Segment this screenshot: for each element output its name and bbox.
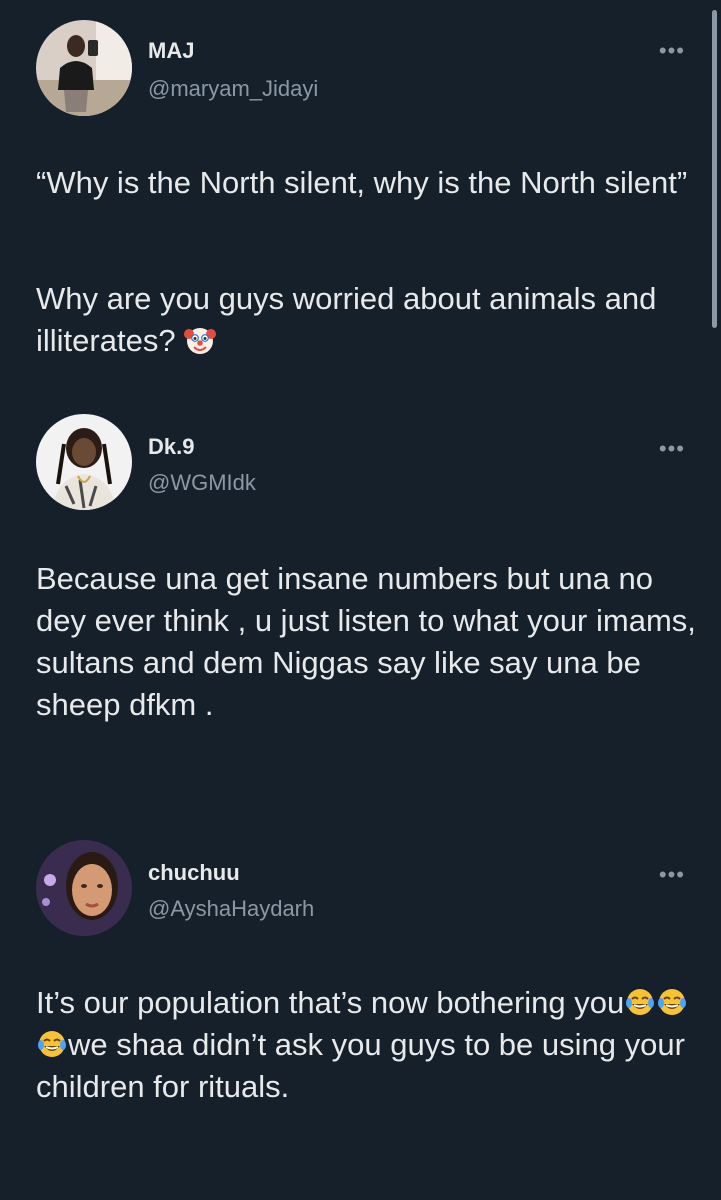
avatar[interactable] <box>36 840 132 936</box>
avatar-image <box>36 840 132 936</box>
avatar[interactable] <box>36 414 132 510</box>
tweet-text: Why are you guys worried about animals a… <box>36 281 657 358</box>
user-handle[interactable]: @AyshaHaydarh <box>148 896 314 922</box>
tweet-text: we shaa didn’t ask you guys to be using … <box>36 1027 685 1104</box>
user-handle[interactable]: @maryam_Jidayi <box>148 76 318 102</box>
more-options-icon[interactable]: ••• <box>659 40 685 62</box>
face-with-tears-of-joy-icon <box>36 1028 68 1060</box>
user-handle[interactable]: @WGMIdk <box>148 470 256 496</box>
face-with-tears-of-joy-icon <box>624 986 656 1018</box>
display-name[interactable]: Dk.9 <box>148 434 194 460</box>
avatar[interactable] <box>36 20 132 116</box>
display-name[interactable]: MAJ <box>148 38 194 64</box>
tweet-dk9[interactable]: Dk.9 @WGMIdk ••• Because una get insane … <box>0 400 721 840</box>
more-options-icon[interactable]: ••• <box>659 864 685 886</box>
more-options-icon[interactable]: ••• <box>659 438 685 460</box>
tweet-paragraph: Because una get insane numbers but una n… <box>36 561 696 722</box>
tweet-text: It’s our population that’s now bothering… <box>36 985 625 1020</box>
face-with-tears-of-joy-icon <box>656 986 688 1018</box>
tweet-paragraph: It’s our population that’s now bothering… <box>36 982 696 1108</box>
avatar-image <box>36 414 132 510</box>
display-name[interactable]: chuchuu <box>148 860 240 886</box>
avatar-image <box>36 20 132 116</box>
clown-face-icon <box>184 324 217 356</box>
tweet-chuchuu[interactable]: chuchuu @AyshaHaydarh ••• It’s our popul… <box>0 840 721 1200</box>
tweet-paragraph: Why are you guys worried about animals a… <box>36 278 696 362</box>
tweet-paragraph: “Why is the North silent, why is the Nor… <box>36 165 688 200</box>
tweet-maj[interactable]: MAJ @maryam_Jidayi ••• “Why is the North… <box>0 0 721 400</box>
